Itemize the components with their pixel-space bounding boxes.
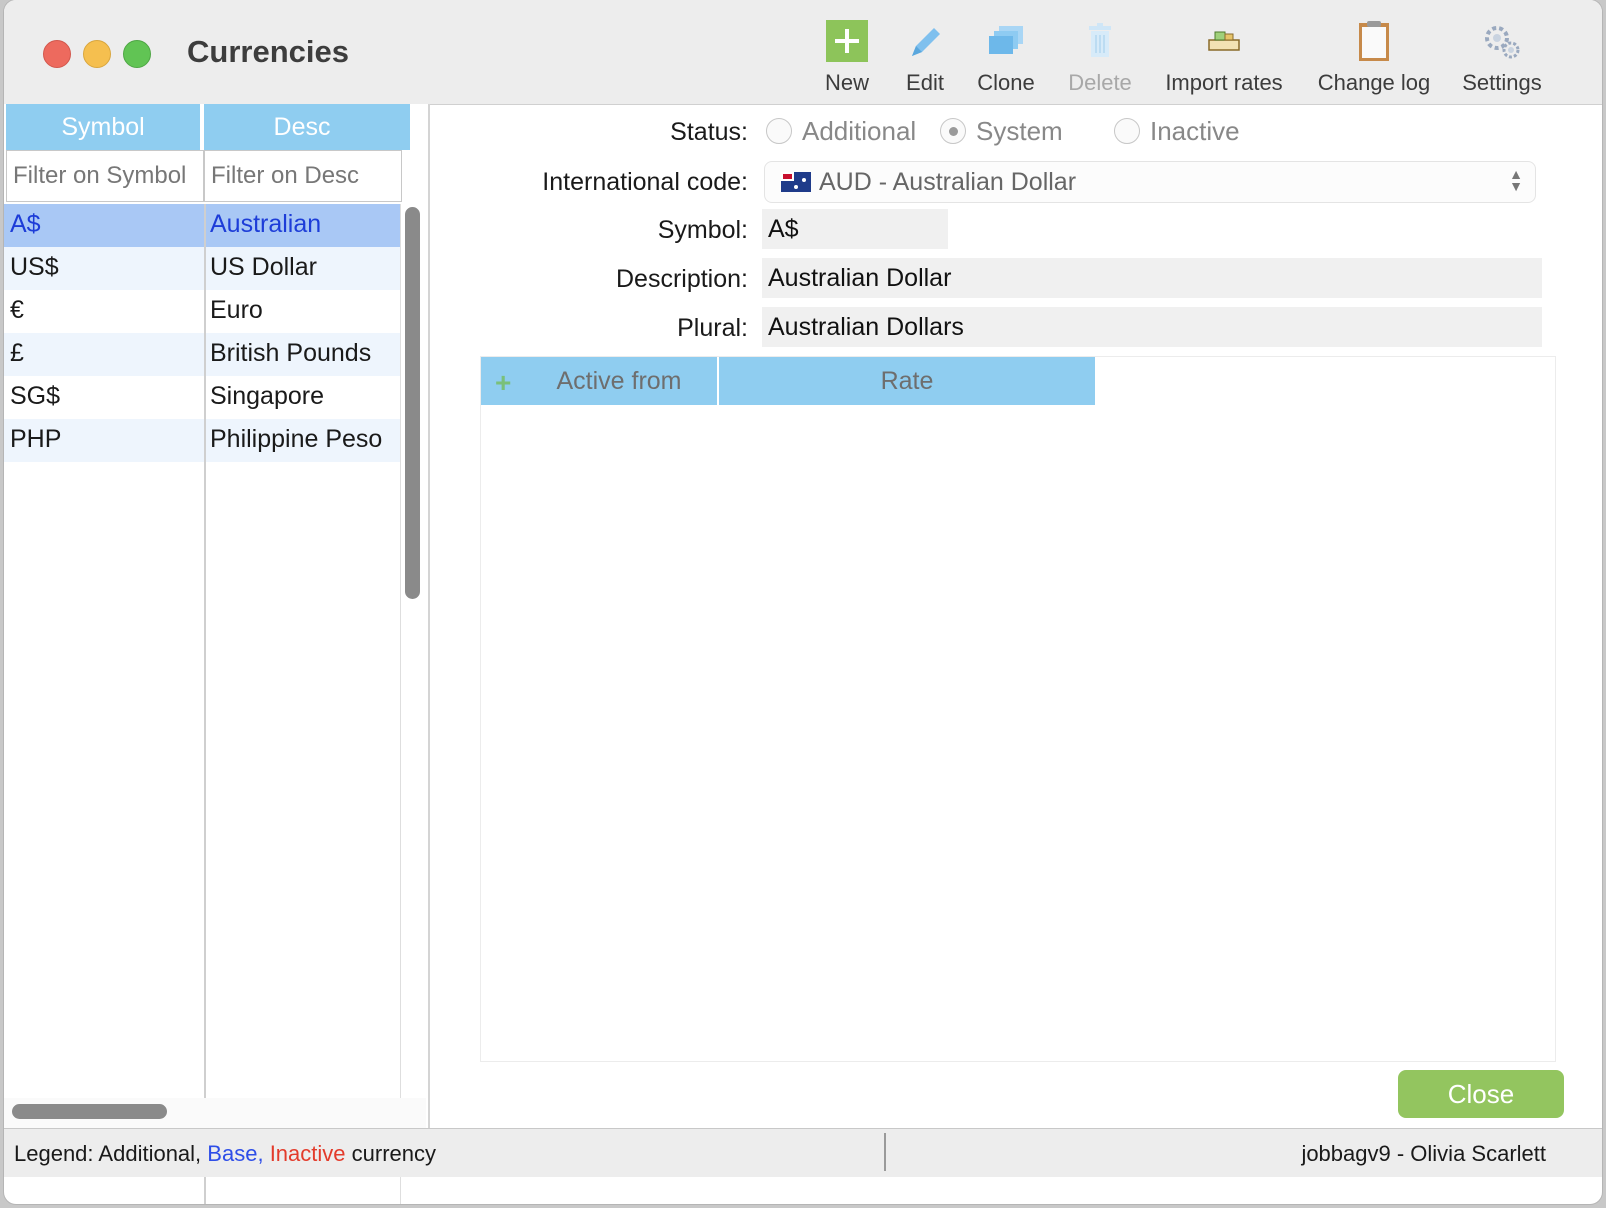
- status-radio-system[interactable]: [940, 118, 966, 144]
- close-button[interactable]: Close: [1398, 1070, 1564, 1118]
- settings-button[interactable]: Settings: [1458, 18, 1546, 102]
- currency-list-panel: Symbol Desc A$ Australian US$ US Dollar …: [4, 104, 430, 1204]
- import-icon: [1201, 18, 1247, 64]
- description-label: Description:: [616, 265, 748, 293]
- column-header-symbol[interactable]: Symbol: [6, 104, 200, 150]
- description-field[interactable]: Australian Dollar: [762, 258, 1542, 298]
- change-log-button[interactable]: Change log: [1314, 18, 1434, 102]
- status-divider: [884, 1133, 886, 1171]
- window-title: Currencies: [187, 34, 349, 69]
- intl-code-value: AUD - Australian Dollar: [819, 167, 1077, 196]
- plural-field[interactable]: Australian Dollars: [762, 307, 1542, 347]
- delete-button[interactable]: Delete: [1064, 18, 1136, 102]
- pencil-icon: [902, 18, 948, 64]
- column-header-desc[interactable]: Desc: [204, 104, 400, 150]
- clone-icon: [983, 18, 1029, 64]
- filter-symbol-input[interactable]: [6, 150, 204, 202]
- currency-rows: A$ Australian US$ US Dollar € Euro £ Bri…: [4, 204, 400, 462]
- vertical-scrollbar[interactable]: [405, 207, 420, 599]
- column-header-rate[interactable]: Rate: [719, 357, 1095, 405]
- column-divider: [400, 204, 401, 1204]
- gears-icon: [1479, 18, 1525, 64]
- import-rates-button[interactable]: Import rates: [1160, 18, 1288, 102]
- edit-button[interactable]: Edit: [900, 18, 950, 102]
- header-spacer: [400, 104, 410, 150]
- table-row[interactable]: € Euro: [4, 290, 400, 333]
- table-row[interactable]: A$ Australian: [4, 204, 400, 247]
- status-label: Status:: [670, 118, 748, 146]
- current-user: jobbagv9 - Olivia Scarlett: [1301, 1141, 1546, 1166]
- plural-label: Plural:: [677, 314, 748, 342]
- table-row[interactable]: PHP Philippine Peso: [4, 419, 400, 462]
- symbol-label: Symbol:: [657, 216, 748, 244]
- minimize-window-button[interactable]: [83, 40, 111, 68]
- table-row[interactable]: US$ US Dollar: [4, 247, 400, 290]
- updown-chevron-icon: ▲ ▼: [1509, 166, 1523, 194]
- status-option-system: System: [976, 116, 1063, 146]
- intl-code-select[interactable]: AUD - Australian Dollar ▲ ▼: [764, 161, 1536, 203]
- zoom-window-button[interactable]: [123, 40, 151, 68]
- intl-code-label: International code:: [542, 168, 748, 196]
- close-window-button[interactable]: [43, 40, 71, 68]
- clone-button[interactable]: Clone: [974, 18, 1038, 102]
- clipboard-icon: [1351, 18, 1397, 64]
- column-divider: [204, 204, 206, 1204]
- status-bar: Legend: Additional, Base, Inactive curre…: [4, 1128, 1602, 1177]
- table-row[interactable]: £ British Pounds: [4, 333, 400, 376]
- trash-icon: [1077, 18, 1123, 64]
- horizontal-scrollbar[interactable]: [12, 1104, 167, 1119]
- table-row[interactable]: SG$ Singapore: [4, 376, 400, 419]
- currencies-window: Currencies New Edit Clone Delete Import …: [4, 0, 1602, 1204]
- australia-flag-icon: [781, 172, 811, 192]
- titlebar: Currencies New Edit Clone Delete Import …: [4, 0, 1602, 105]
- symbol-field[interactable]: A$: [762, 209, 948, 249]
- status-option-additional: Additional: [802, 116, 917, 146]
- status-radio-inactive[interactable]: [1114, 118, 1140, 144]
- legend: Legend: Additional, Base, Inactive curre…: [14, 1141, 436, 1166]
- plus-icon: [824, 18, 870, 64]
- rates-grid: + Active from Rate: [480, 356, 1556, 1062]
- filter-desc-input[interactable]: [204, 150, 402, 202]
- column-header-active-from[interactable]: + Active from: [481, 357, 717, 405]
- status-radio-additional[interactable]: [766, 118, 792, 144]
- new-button[interactable]: New: [822, 18, 872, 102]
- add-rate-icon[interactable]: +: [495, 367, 511, 399]
- status-option-inactive: Inactive: [1150, 116, 1240, 146]
